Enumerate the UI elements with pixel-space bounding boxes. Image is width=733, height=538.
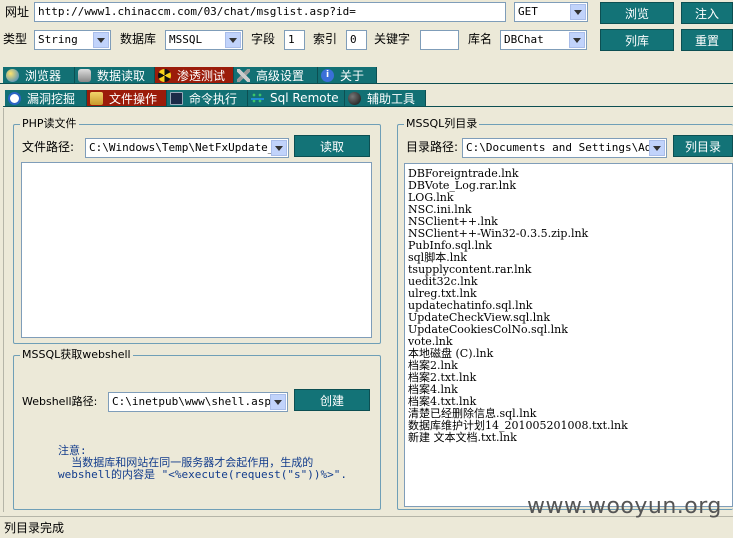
dir-path-label: 目录路径: [406,140,459,154]
inject-button[interactable]: 注入 [681,2,733,24]
list-item[interactable]: 新建 文本文档.txt.lnk [408,432,732,444]
info-icon: i [321,68,334,82]
tools-icon [237,68,250,82]
libname-value: DBChat [504,33,544,46]
libname-select[interactable]: DBChat [500,30,587,50]
list-item[interactable]: DBVote_Log.rar.lnk [408,180,732,192]
keyword-label: 关键字 [374,32,411,46]
read-button[interactable]: 读取 [294,135,370,157]
php-path-value: C:\Windows\Temp\NetFxUpdate_v1 [89,141,288,154]
database-icon [78,68,91,82]
chevron-down-icon[interactable] [271,140,287,156]
dir-listbox[interactable]: DBForeigntrade.lnk DBVote_Log.rar.lnk LOG.… [404,163,733,507]
dir-path-select[interactable]: C:\Documents and Settings\Admi [462,138,667,158]
search-icon [8,91,21,105]
database-value: MSSQL [169,33,203,46]
webshell-path-select[interactable]: C:\inetpub\www\shell.asp [108,392,288,412]
list-db-button[interactable]: 列库 [600,29,674,51]
database-select[interactable]: MSSQL [165,30,243,50]
tab-browser[interactable]: 浏览器 [3,67,75,83]
tab-label: 文件操作 [109,91,158,106]
tab-label: 数据读取 [97,68,146,83]
mssql-list-legend: MSSQL列目录 [404,117,480,131]
tab-aux-tools[interactable]: 辅助工具 [345,90,426,106]
dir-path-value: C:\Documents and Settings\Admi [466,141,665,154]
type-select[interactable]: String [34,30,111,50]
tab-label: 关于 [340,68,365,83]
method-value: GET [518,5,538,18]
tab-pentest[interactable]: 渗透测试 [155,67,234,83]
browse-button[interactable]: 浏览 [600,2,674,24]
create-button[interactable]: 创建 [294,389,370,411]
tab-sql-remote[interactable]: Sql Remote [248,90,345,106]
tab-label: 渗透测试 [177,68,226,83]
tab-command[interactable]: 命令执行 [167,90,248,106]
dir-list: DBForeigntrade.lnk DBVote_Log.rar.lnk LOG.… [408,168,732,444]
tab-file-ops[interactable]: 文件操作 [87,90,167,106]
index-label: 索引 [313,32,338,46]
chevron-down-icon[interactable] [93,32,109,48]
list-item[interactable]: UpdateCookiesColNo.sql.lnk [408,324,732,336]
tab-label: 高级设置 [256,68,305,83]
tab-label: 浏览器 [25,68,62,83]
chevron-down-icon[interactable] [270,394,286,410]
field-label: 字段 [251,32,276,46]
webshell-note-content: webshell的内容是 "<%execute(request("s"))%>"… [58,468,348,481]
radiation-icon [158,68,171,82]
folder-icon [90,91,103,105]
field-input[interactable]: 1 [284,30,305,50]
webshell-legend: MSSQL获取webshell [20,348,133,362]
tab-label: Sql Remote [270,91,339,105]
keyword-input[interactable] [420,30,459,50]
php-content-area[interactable] [21,162,372,338]
tab-label: 命令执行 [189,91,238,106]
webshell-path-label: Webshell路径: [22,395,98,408]
php-path-label: 文件路径: [22,140,75,154]
libname-label: 库名 [468,32,493,46]
webshell-group: MSSQL获取webshell [13,348,381,510]
type-label: 类型 [3,32,28,46]
webshell-path-value: C:\inetpub\www\shell.asp [112,395,271,408]
reset-button[interactable]: 重置 [681,29,733,51]
chevron-down-icon[interactable] [570,4,586,20]
list-dir-button[interactable]: 列目录 [673,135,733,157]
tab-about[interactable]: i 关于 [318,67,377,83]
tab-data-read[interactable]: 数据读取 [75,67,155,83]
chevron-down-icon[interactable] [225,32,241,48]
method-select[interactable]: GET [514,2,588,22]
url-label: 网址 [5,5,30,19]
watermark: www.wooyun.org [527,494,722,519]
tab-advanced[interactable]: 高级设置 [234,67,318,83]
index-input[interactable]: 0 [346,30,367,50]
type-value: String [38,33,78,46]
status-text: 列目录完成 [4,521,65,535]
chevron-down-icon[interactable] [649,140,665,156]
tab-label: 漏洞挖掘 [27,91,76,106]
console-icon [170,91,183,105]
bomb-icon [348,91,361,105]
database-label: 数据库 [120,32,157,46]
network-icon [251,91,264,105]
url-input[interactable]: http://www1.chinaccm.com/03/chat/msglist… [34,2,506,22]
tab-vuln-mining[interactable]: 漏洞挖掘 [5,90,87,106]
php-read-legend: PHP读文件 [20,117,79,131]
status-bar: 列目录完成 [0,516,733,538]
globe-icon [6,68,19,82]
tab-label: 辅助工具 [367,91,416,106]
php-path-select[interactable]: C:\Windows\Temp\NetFxUpdate_v1 [85,138,289,158]
chevron-down-icon[interactable] [569,32,585,48]
